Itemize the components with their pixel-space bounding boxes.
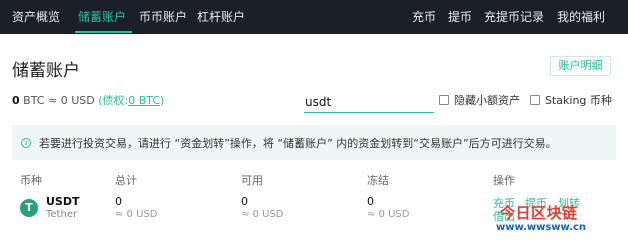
account-details-button[interactable]: 账户明细 [550,56,611,76]
col-header-available: 可用 [241,174,263,187]
col-header-coin: 币种 [20,174,42,187]
nav-withdraw[interactable]: 提币 [448,0,472,34]
available-usd: ≈ 0 USD [241,209,284,220]
col-header-total: 总计 [115,174,137,187]
nav-margin-account[interactable]: 杠杆账户 [197,0,245,34]
info-icon: i [21,138,31,148]
frozen-value: 0 [367,195,374,208]
top-nav: 资产概览 储蓄账户 币币账户 杠杆账户 充币 提币 充提币记录 我的福利 [0,0,628,34]
staking-coins-label: Staking 币种 [545,94,612,107]
staking-coins-checkbox[interactable]: Staking 币种 [530,93,612,107]
active-tab-indicator [75,31,132,33]
pledge-value-link[interactable]: 0 BTC [128,94,160,107]
btc-value: 0 [12,94,20,107]
page-title: 储蓄账户 [12,61,80,81]
pledge-suffix: ) [160,94,165,107]
transfer-notice: i 若要进行投资交易，请进行 “资金划转”操作，将 “储蓄账户” 内的资金划转到… [12,125,616,160]
nav-deposit-withdraw-history[interactable]: 充提币记录 [484,0,544,34]
watermark-title: 今日区块链 [500,204,578,222]
btc-unit: BTC [23,94,45,107]
nav-savings-account[interactable]: 储蓄账户 [78,0,126,34]
coin-name: Tether [46,209,78,220]
search-input[interactable] [304,92,434,113]
usd-value: 0 [60,94,68,107]
checkbox-icon[interactable] [530,95,540,105]
col-header-actions: 操作 [493,174,515,187]
coin-symbol: USDT [46,195,80,208]
watermark-url: www.wwsww.cn [496,222,586,233]
available-value: 0 [241,195,248,208]
nav-deposit[interactable]: 充币 [412,0,436,34]
frozen-usd: ≈ 0 USD [367,209,410,220]
col-header-frozen: 冻结 [367,174,389,187]
checkbox-icon[interactable] [439,95,449,105]
pledge-prefix: (债权: [98,94,129,107]
total-usd: ≈ 0 USD [115,209,158,220]
hide-small-assets-checkbox[interactable]: 隐藏小额资产 [439,93,520,107]
balance-summary: 0 BTC ≈ 0 USD (债权:0 BTC) [12,92,164,108]
nav-spot-account[interactable]: 币币账户 [139,0,187,34]
tether-logo-icon: T [20,199,38,217]
total-value: 0 [115,195,122,208]
notice-text: 若要进行投资交易，请进行 “资金划转”操作，将 “储蓄账户” 内的资金划转到“交… [39,137,557,150]
hide-small-assets-label: 隐藏小额资产 [454,94,520,107]
nav-asset-overview[interactable]: 资产概览 [12,0,60,34]
approx-sign: ≈ [47,94,58,107]
usd-unit: USD [71,94,95,107]
nav-my-benefits[interactable]: 我的福利 [557,0,605,34]
